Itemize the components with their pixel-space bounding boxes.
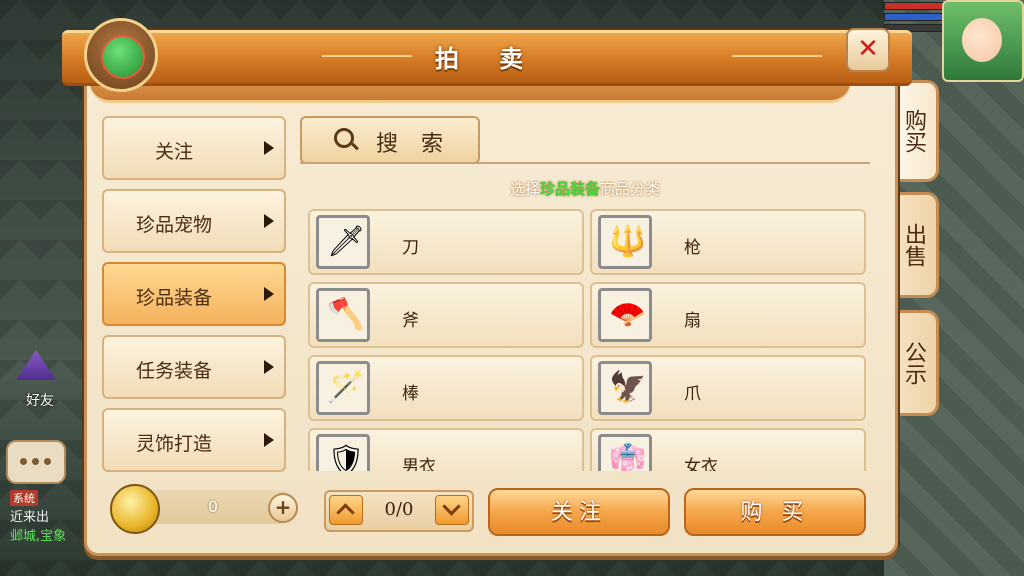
chat-icon[interactable]: [6, 440, 66, 484]
tab-notice-label: 公示: [901, 341, 926, 385]
arrow-right-icon: [264, 214, 274, 228]
auction-emblem-icon: [84, 18, 158, 92]
item-blade[interactable]: 🗡 刀: [308, 209, 584, 275]
hint-prefix: 选择: [509, 180, 540, 198]
claw-icon: 🦅: [598, 361, 652, 415]
male-armor-icon: 🛡: [316, 434, 370, 471]
category-follow[interactable]: 关注: [102, 116, 286, 180]
item-fan[interactable]: 🪭 扇: [590, 282, 866, 348]
category-label: 灵饰打造: [135, 433, 212, 455]
tab-buy-label: 购买: [901, 109, 926, 153]
item-spear[interactable]: 🔱 枪: [590, 209, 866, 275]
category-label: 任务装备: [135, 360, 212, 382]
search-icon: [334, 128, 354, 148]
item-name: 男衣: [402, 457, 436, 471]
category-label: 珍品宠物: [135, 214, 212, 236]
item-name: 棒: [402, 384, 419, 404]
category-list: 关注 珍品宠物 珍品装备 任务装备 灵饰打造: [100, 112, 292, 472]
divider: [300, 162, 870, 164]
arrow-right-icon: [264, 360, 274, 374]
item-name: 刀: [402, 238, 419, 258]
page-indicator: 0/0: [384, 499, 414, 520]
axe-icon: 🪓: [316, 288, 370, 342]
item-female-armor[interactable]: 👘 女衣: [590, 428, 866, 471]
arrow-right-icon: [264, 433, 274, 447]
chat-preview[interactable]: 系统 近来出 邺城,宝象: [10, 490, 90, 544]
item-name: 斧: [402, 311, 419, 331]
item-name: 爪: [684, 384, 701, 404]
item-name: 扇: [684, 311, 701, 331]
category-quest-equipment[interactable]: 任务装备: [102, 335, 286, 399]
search-button[interactable]: 搜 索: [300, 116, 480, 164]
title-bar: 拍 卖: [62, 30, 912, 86]
friend-label: 好友: [26, 393, 54, 409]
pager: 0/0: [324, 490, 474, 532]
page-down-button[interactable]: [435, 495, 469, 525]
player-avatar[interactable]: [942, 0, 1024, 82]
chat-line-1: 近来出: [10, 510, 50, 525]
category-hint: 选择珍品装备商品分类: [300, 178, 870, 199]
currency-value: 0: [207, 497, 219, 516]
search-label: 搜 索: [376, 132, 451, 157]
category-label: 珍品装备: [135, 287, 212, 309]
item-axe[interactable]: 🪓 斧: [308, 282, 584, 348]
follow-button[interactable]: 关注: [488, 488, 670, 536]
chat-line-2: 邺城,宝象: [10, 529, 67, 544]
chat-system-tag: 系统: [10, 490, 38, 506]
hint-suffix: 商品分类: [600, 180, 661, 198]
category-rare-equipment[interactable]: 珍品装备: [102, 262, 286, 326]
item-staff[interactable]: 🪄 棒: [308, 355, 584, 421]
item-category-grid: 🗡 刀 🔱 枪 🪓 斧 🪭 扇 🪄 棒 🦅 爪 🛡 男衣 👘 女衣: [304, 205, 866, 471]
item-name: 枪: [684, 238, 701, 258]
item-name: 女衣: [684, 457, 718, 471]
close-button[interactable]: ✕: [846, 28, 890, 72]
add-currency-button[interactable]: +: [268, 493, 298, 523]
page-up-button[interactable]: [329, 495, 363, 525]
sword-icon: 🗡: [316, 215, 370, 269]
fan-icon: 🪭: [598, 288, 652, 342]
category-label: 关注: [154, 141, 193, 163]
category-rare-pets[interactable]: 珍品宠物: [102, 189, 286, 253]
arrow-right-icon: [264, 141, 274, 155]
spear-icon: 🔱: [598, 215, 652, 269]
female-armor-icon: 👘: [598, 434, 652, 471]
tab-sell-label: 出售: [901, 223, 926, 267]
hint-highlight: 珍品装备: [539, 180, 600, 198]
item-claw[interactable]: 🦅 爪: [590, 355, 866, 421]
buy-button[interactable]: 购 买: [684, 488, 866, 536]
item-male-armor[interactable]: 🛡 男衣: [308, 428, 584, 471]
staff-icon: 🪄: [316, 361, 370, 415]
arrow-right-icon: [264, 287, 274, 301]
category-accessory-crafting[interactable]: 灵饰打造: [102, 408, 286, 472]
